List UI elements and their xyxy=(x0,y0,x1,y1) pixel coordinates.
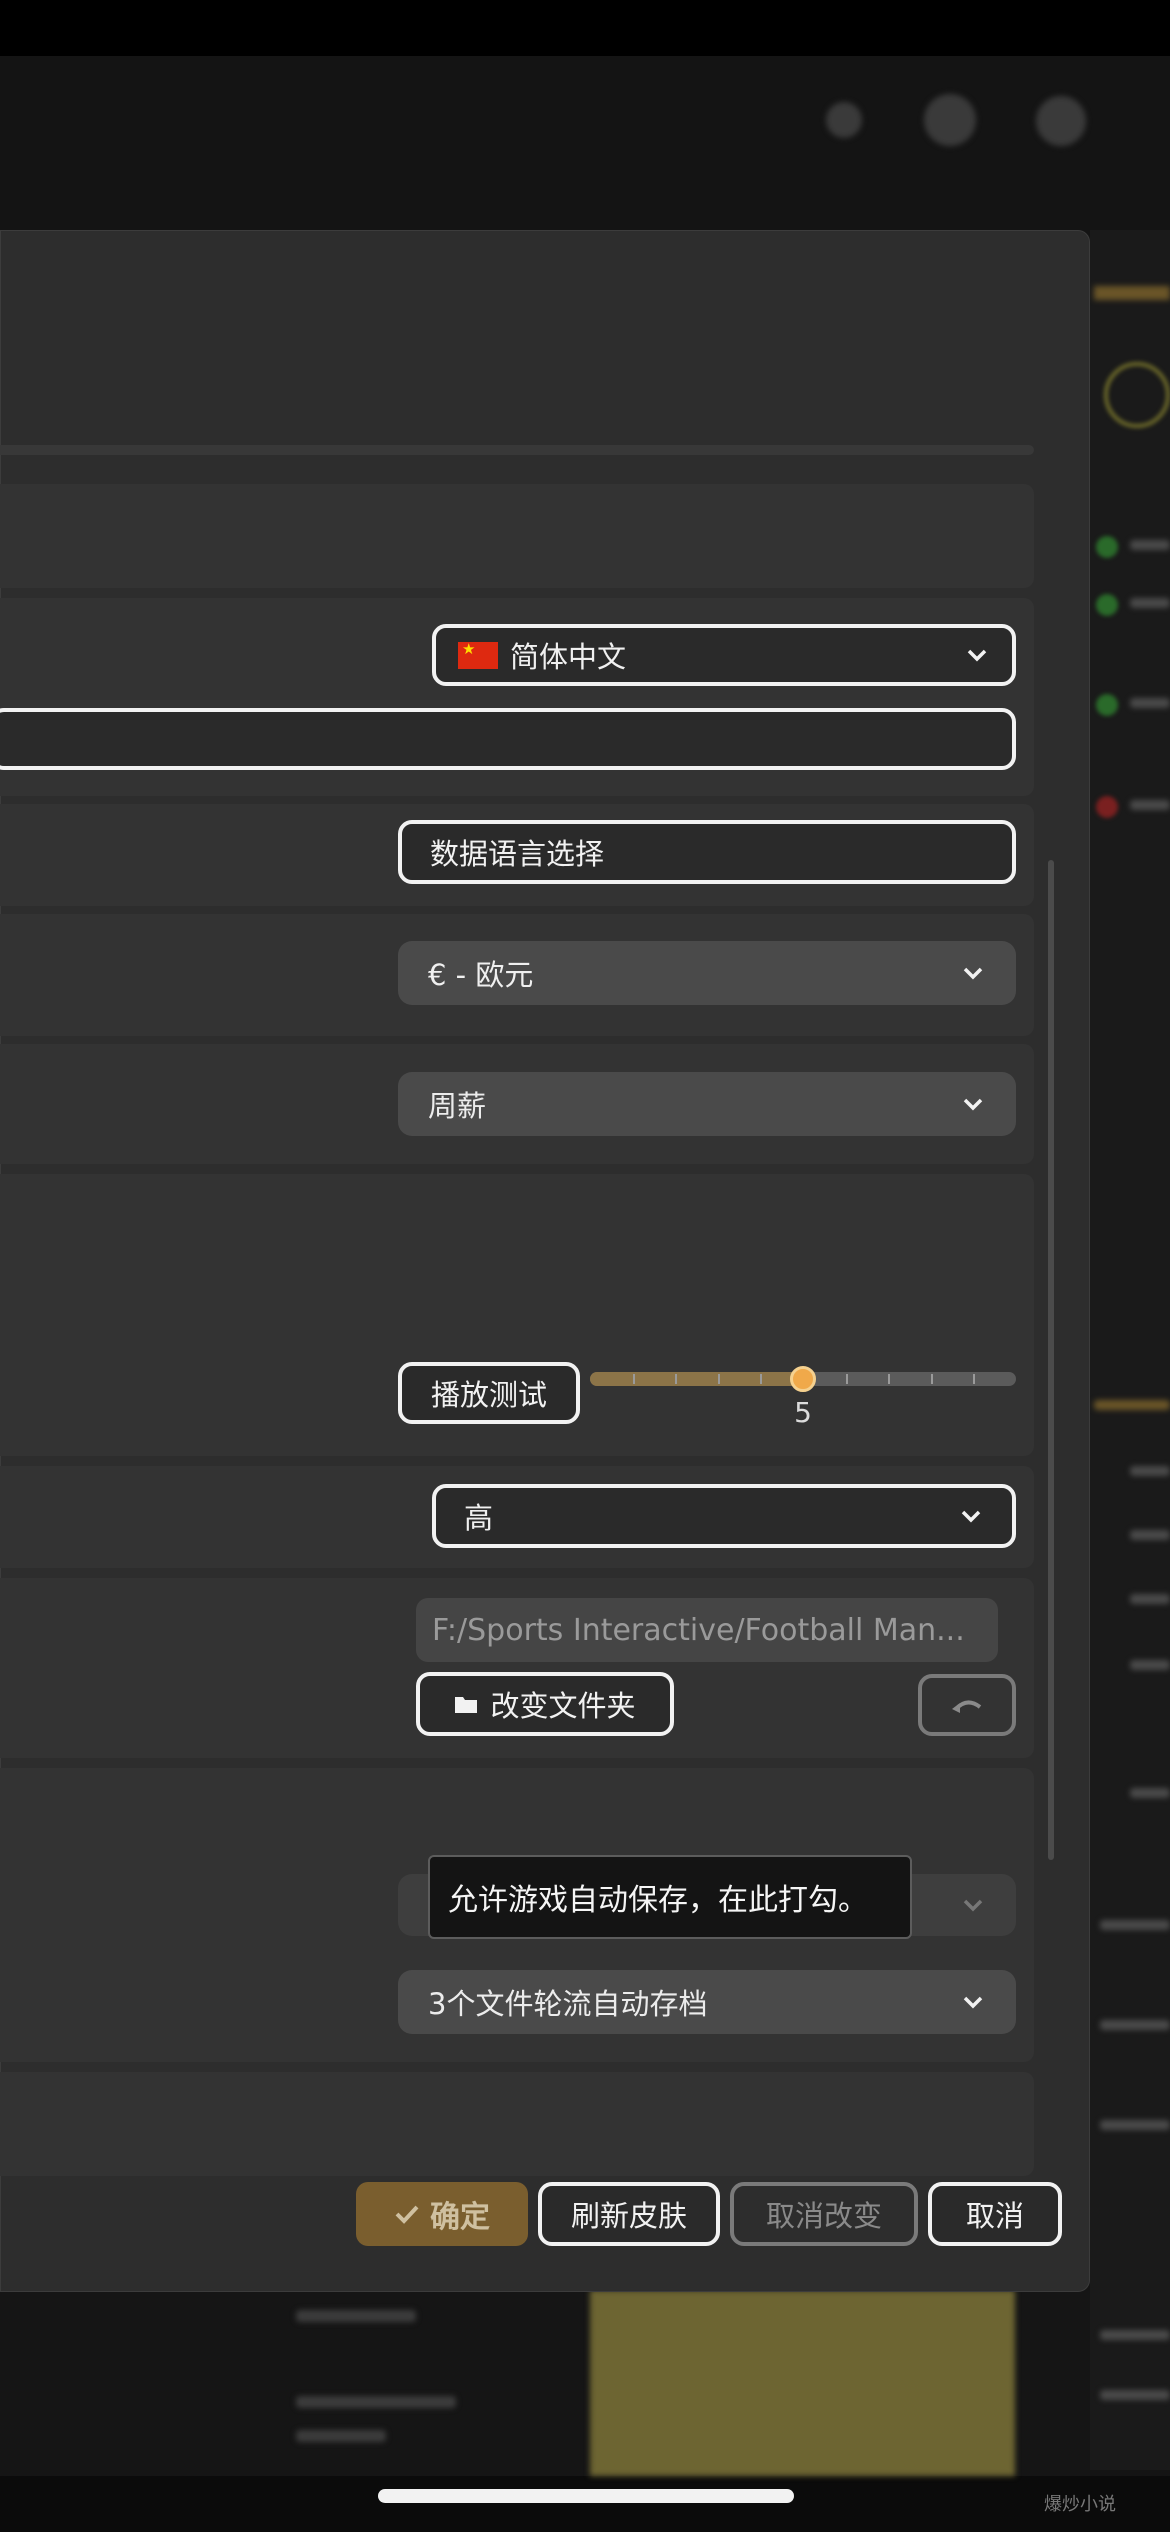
text-input-field[interactable] xyxy=(0,708,1016,770)
change-folder-label: 改变文件夹 xyxy=(490,1689,636,1723)
save-path-field: F:/Sports Interactive/Football Man... xyxy=(416,1598,998,1662)
volume-value-label: 5 xyxy=(794,1396,812,1429)
autosave-tooltip-text: 允许游戏自动保存，在此打勾。 xyxy=(448,1883,868,1918)
currency-select[interactable]: € - 欧元 xyxy=(398,941,1016,1005)
settings-row xyxy=(0,484,1034,588)
china-flag-icon xyxy=(458,640,498,669)
chevron-down-icon xyxy=(960,1892,986,1918)
quality-value: 高 xyxy=(464,1501,494,1535)
background-status-icon xyxy=(1096,694,1118,716)
background-text xyxy=(1130,1466,1170,1476)
background-text xyxy=(1130,1594,1170,1604)
quality-select[interactable]: 高 xyxy=(432,1484,1016,1548)
chevron-down-icon xyxy=(958,1503,984,1529)
chevron-down-icon xyxy=(960,1989,986,2015)
background-text xyxy=(296,2430,386,2442)
background-help-icon xyxy=(924,94,976,146)
background-text xyxy=(296,2396,456,2408)
background-text xyxy=(296,2310,416,2322)
refresh-skin-button[interactable]: 刷新皮肤 xyxy=(538,2182,720,2246)
background-right-panel xyxy=(1090,230,1170,2470)
cancel-changes-label: 取消改变 xyxy=(765,2199,882,2233)
play-test-label: 播放测试 xyxy=(430,1378,547,1412)
autosave-tooltip: 允许游戏自动保存，在此打勾。 xyxy=(428,1855,912,1939)
autosave-rotation-select[interactable]: 3个文件轮流自动存档 xyxy=(398,1970,1016,2034)
home-indicator[interactable] xyxy=(378,2489,794,2503)
autosave-rotation-value: 3个文件轮流自动存档 xyxy=(428,1987,708,2021)
check-icon xyxy=(394,2203,420,2225)
background-text xyxy=(1130,698,1170,708)
data-language-button[interactable]: 数据语言选择 xyxy=(398,820,1016,884)
dialog-scrollbar[interactable] xyxy=(1048,860,1054,1860)
wage-value: 周薪 xyxy=(428,1089,487,1123)
chevron-down-icon xyxy=(960,1091,986,1117)
slider-tick xyxy=(717,1374,720,1384)
background-text xyxy=(1100,2020,1170,2030)
background-text xyxy=(1130,1660,1170,1670)
language-select[interactable]: 简体中文 xyxy=(432,624,1016,686)
wage-select[interactable]: 周薪 xyxy=(398,1072,1016,1136)
currency-value: € - 欧元 xyxy=(428,958,534,992)
background-badge-icon xyxy=(1104,362,1170,428)
slider-tick xyxy=(675,1374,678,1384)
save-path-value: F:/Sports Interactive/Football Man... xyxy=(432,1612,965,1648)
settings-row xyxy=(0,445,1034,455)
undo-icon xyxy=(950,1695,984,1715)
background-text xyxy=(1100,2120,1170,2130)
background-text xyxy=(1130,800,1170,810)
background-text xyxy=(1100,1920,1170,1930)
chevron-down-icon xyxy=(960,960,986,986)
background-text xyxy=(1100,2330,1170,2340)
volume-slider-fill xyxy=(590,1372,803,1386)
background-status-icon xyxy=(1096,796,1118,818)
volume-slider-thumb[interactable] xyxy=(790,1366,816,1392)
cancel-label: 取消 xyxy=(965,2199,1024,2233)
background-status-icon xyxy=(1096,536,1118,558)
background-status-icon xyxy=(1096,594,1118,616)
play-test-button[interactable]: 播放测试 xyxy=(398,1362,580,1424)
folder-icon xyxy=(454,1694,478,1714)
language-value: 简体中文 xyxy=(510,640,627,674)
change-folder-button[interactable]: 改变文件夹 xyxy=(416,1672,674,1736)
background-settings-icon xyxy=(826,102,862,138)
background-profile-icon xyxy=(1036,96,1086,146)
background-text xyxy=(1130,1788,1170,1798)
slider-tick xyxy=(973,1374,976,1384)
refresh-skin-label: 刷新皮肤 xyxy=(570,2199,687,2233)
slider-tick xyxy=(845,1374,848,1384)
slider-tick xyxy=(888,1374,891,1384)
slider-tick xyxy=(632,1374,635,1384)
chevron-down-icon xyxy=(964,642,990,668)
background-text xyxy=(1130,540,1170,550)
background-text xyxy=(1100,2390,1170,2400)
confirm-button[interactable]: 确定 xyxy=(356,2182,528,2246)
background-text xyxy=(1130,1530,1170,1540)
confirm-label: 确定 xyxy=(430,2200,490,2235)
cancel-button[interactable]: 取消 xyxy=(928,2182,1062,2246)
reset-folder-button[interactable] xyxy=(918,1674,1016,1736)
background-highlight xyxy=(590,2290,1015,2476)
settings-row xyxy=(0,2072,1034,2176)
background-text xyxy=(1094,1400,1170,1410)
cancel-changes-button[interactable]: 取消改变 xyxy=(730,2182,918,2246)
slider-tick xyxy=(760,1374,763,1384)
watermark: 爆炒小说 xyxy=(1044,2494,1116,2515)
background-text xyxy=(1130,598,1170,608)
background-heading xyxy=(1094,286,1170,300)
data-language-label: 数据语言选择 xyxy=(430,837,605,871)
slider-tick xyxy=(930,1374,933,1384)
status-bar xyxy=(0,0,1170,56)
